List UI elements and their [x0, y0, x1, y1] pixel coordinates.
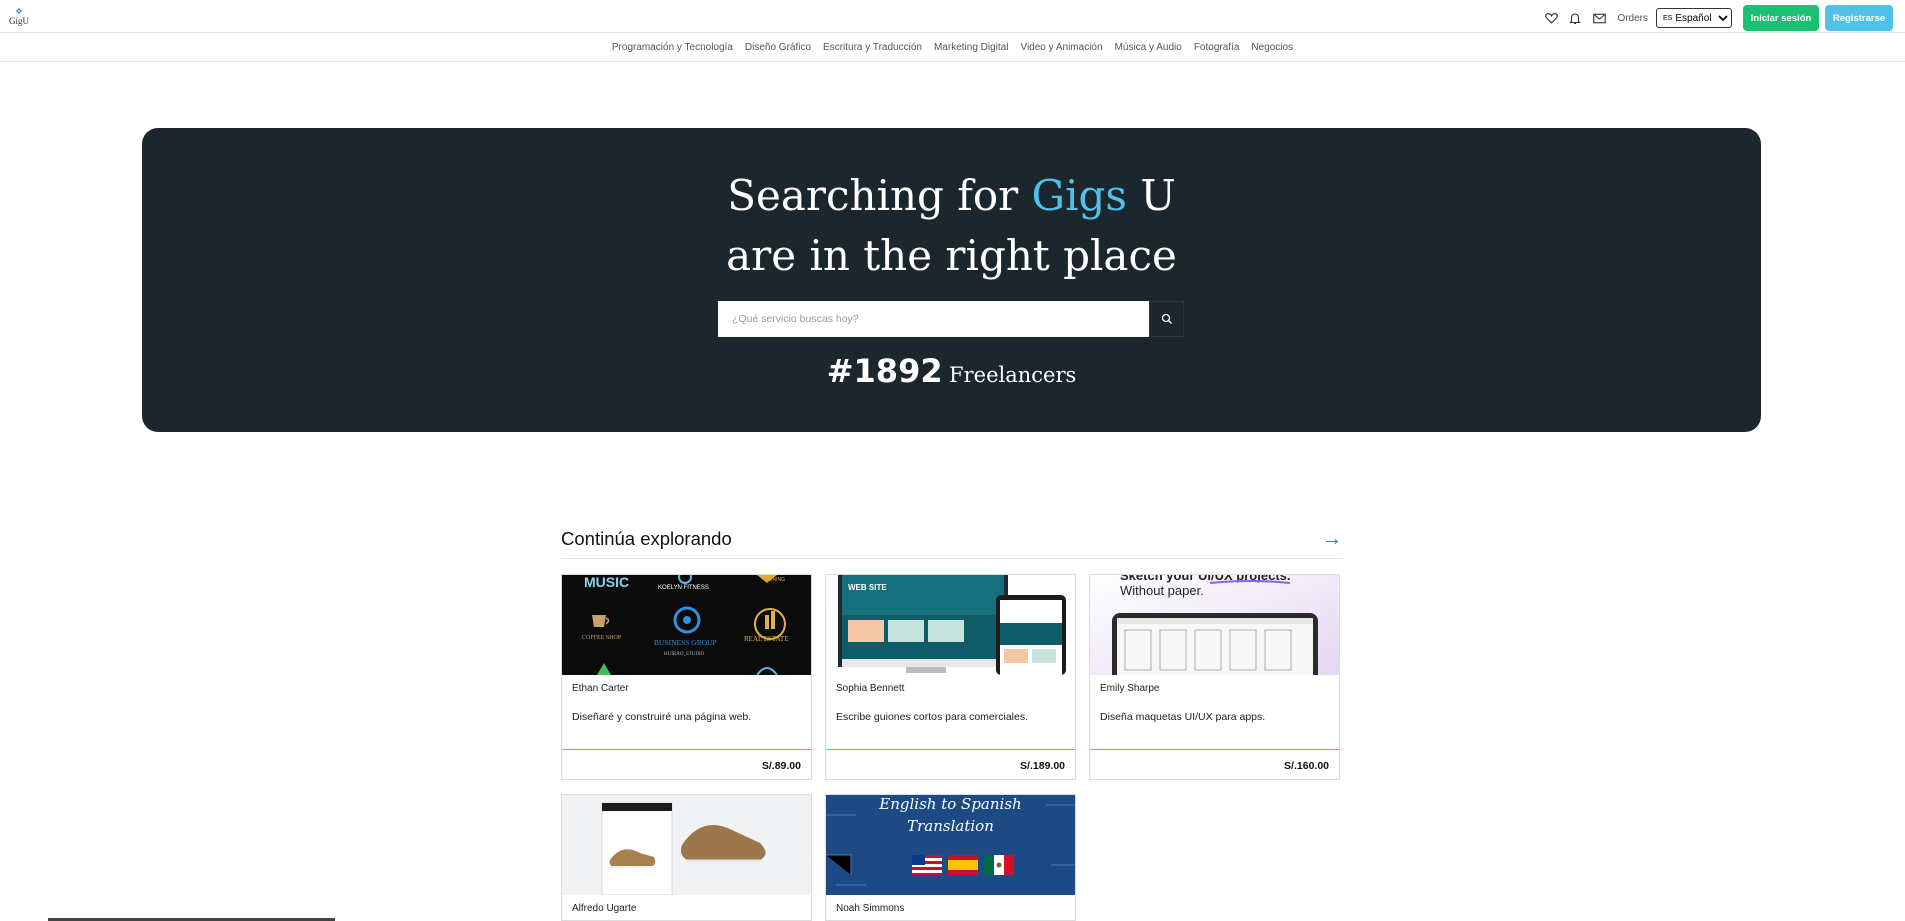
gig-thumbnail: MUSIC KOELYN FITNESS MINING COFFEE SHOP …: [562, 575, 811, 675]
thumb-text: Without paper.: [1120, 583, 1204, 598]
search-bar: [718, 301, 1184, 337]
category-diseno-grafico[interactable]: Diseño Gráfico: [745, 42, 811, 53]
website-mockup-image: WEB SITE: [826, 575, 1075, 675]
category-negocios[interactable]: Negocios: [1251, 42, 1293, 53]
logo-text: GigU: [9, 16, 29, 26]
thumb-text: English to Spanish: [878, 795, 1021, 813]
category-video[interactable]: Video y Animación: [1020, 42, 1102, 53]
thumb-text: REAL ESTATE: [744, 635, 788, 643]
header-actions: Orders ES Español Iniciar sesión Registr…: [1539, 5, 1893, 31]
mail-icon: [1593, 13, 1606, 23]
hero-title: Searching for Gigs U are in the right pl…: [142, 166, 1761, 286]
category-fotografia[interactable]: Fotografía: [1194, 42, 1240, 53]
seller-name: Alfredo Ugarte: [572, 903, 637, 914]
gig-price: S/.89.00: [761, 760, 801, 772]
gig-price: S/.160.00: [1284, 760, 1329, 772]
arrow-right-icon[interactable]: →: [1322, 528, 1342, 551]
register-button[interactable]: Registrarse: [1825, 5, 1893, 31]
category-programacion[interactable]: Programación y Tecnología: [612, 42, 733, 53]
notifications-button[interactable]: [1563, 6, 1587, 30]
logo-mark-icon: [16, 8, 22, 14]
freelancer-stats: #1892 Freelancers: [142, 352, 1761, 390]
section-title: Continúa explorando: [561, 528, 732, 549]
thumb-text: Translation: [907, 817, 994, 835]
shoes-product-image: [562, 795, 811, 895]
translation-banner-image: English to Spanish Translation: [826, 795, 1075, 895]
language-select[interactable]: ES Español: [1656, 8, 1732, 28]
thumb-text: MUSIC: [584, 575, 629, 590]
chevron-down-icon: [1718, 14, 1728, 21]
uiux-tablet-image: Sketch your UI/UX projects. Without pape…: [1090, 575, 1339, 675]
gig-thumbnail: Sketch your UI/UX projects. Without pape…: [1090, 575, 1339, 675]
language-code: ES: [1663, 14, 1673, 22]
gig-description[interactable]: Diseña maquetas UI/UX para apps.: [1100, 711, 1265, 723]
favorites-button[interactable]: [1539, 6, 1563, 30]
freelancer-label: Freelancers: [949, 363, 1077, 387]
thumb-text: COFFEE SHOP: [582, 635, 622, 641]
search-icon: [1161, 313, 1172, 324]
freelancer-count: #1892: [826, 352, 943, 390]
messages-button[interactable]: [1587, 6, 1611, 30]
orders-link[interactable]: Orders: [1617, 13, 1648, 24]
hero-title-line2: are in the right place: [726, 231, 1177, 280]
thumb-text: BUSINESS GROUP: [654, 638, 717, 647]
search-button[interactable]: [1149, 301, 1184, 337]
seller-name: Emily Sharpe: [1100, 683, 1160, 694]
gig-thumbnail: WEB SITE: [826, 575, 1075, 675]
gig-description[interactable]: Diseñaré y construiré una página web.: [572, 711, 751, 723]
gig-card[interactable]: Sketch your UI/UX projects. Without pape…: [1089, 574, 1340, 780]
explore-header: Continúa explorando →: [561, 526, 1342, 559]
seller-name: Sophia Bennett: [836, 683, 905, 694]
gig-thumbnail: [562, 795, 811, 895]
price-divider: [826, 749, 1075, 750]
gig-price: S/.189.00: [1020, 760, 1065, 772]
gig-card[interactable]: Alfredo Ugarte: [561, 794, 812, 921]
bell-icon: [1569, 12, 1582, 24]
top-bar: GigU Orders ES Español Iniciar sesión Re…: [0, 0, 1905, 33]
thumb-text: KOELYN FITNESS: [658, 585, 709, 591]
hero-title-pre: Searching for: [727, 171, 1032, 220]
gig-card[interactable]: MUSIC KOELYN FITNESS MINING COFFEE SHOP …: [561, 574, 812, 780]
price-divider: [562, 749, 811, 750]
gig-card[interactable]: WEB SITE Sophia Bennett Escribe guiones …: [825, 574, 1076, 780]
hero-title-accent: Gigs: [1031, 171, 1127, 220]
category-marketing[interactable]: Marketing Digital: [934, 42, 1008, 53]
thumb-text: WEB SITE: [848, 583, 887, 592]
seller-name: Noah Simmons: [836, 903, 905, 914]
language-label: Español: [1675, 12, 1712, 24]
hero-banner: Searching for Gigs U are in the right pl…: [142, 128, 1761, 432]
search-input[interactable]: [718, 301, 1149, 337]
category-escritura[interactable]: Escritura y Traducción: [823, 42, 922, 53]
logo[interactable]: GigU: [9, 8, 31, 28]
hero-title-post: U: [1126, 171, 1176, 220]
heart-icon: [1545, 13, 1558, 24]
thumb-text: HUIRAO_STUDIO: [664, 652, 705, 657]
gig-card[interactable]: English to Spanish Translation Noah Simm…: [825, 794, 1076, 921]
price-divider: [1090, 749, 1339, 750]
thumb-text: MINING: [767, 577, 785, 583]
category-nav: Programación y Tecnología Diseño Gráfico…: [0, 33, 1905, 62]
logos-collage-image: MUSIC KOELYN FITNESS MINING COFFEE SHOP …: [562, 575, 811, 675]
category-musica[interactable]: Música y Audio: [1115, 42, 1182, 53]
gig-thumbnail: English to Spanish Translation: [826, 795, 1075, 895]
login-button[interactable]: Iniciar sesión: [1743, 5, 1819, 31]
seller-name: Ethan Carter: [572, 683, 629, 694]
gig-description[interactable]: Escribe guiones cortos para comerciales.: [836, 711, 1028, 723]
